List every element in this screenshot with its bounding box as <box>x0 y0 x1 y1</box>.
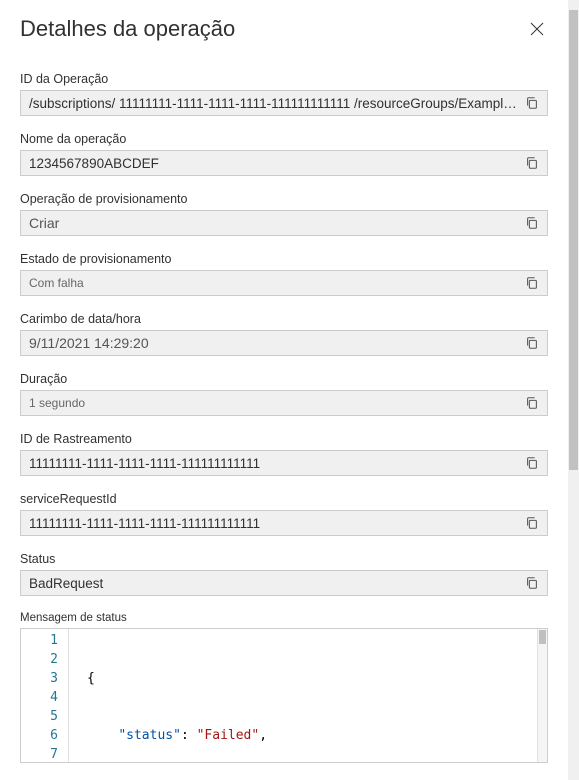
field-label: ID da Operação <box>20 72 548 86</box>
field-status: Status BadRequest <box>20 552 548 596</box>
field-label: Carimbo de data/hora <box>20 312 548 326</box>
copy-icon <box>525 156 539 170</box>
panel-title: Detalhes da operação <box>20 16 235 42</box>
field-label: Status <box>20 552 548 566</box>
code-content: { "status": "Failed", "error": { "code":… <box>69 629 537 762</box>
field-value-box: 11111111-1111-1111-1111-111111111111 <box>20 450 548 476</box>
line-number: 1 <box>21 631 58 650</box>
line-number: 7 <box>21 745 58 763</box>
copy-button[interactable] <box>523 514 541 532</box>
field-value-box: /subscriptions/ 11111111-1111-1111-1111-… <box>20 90 548 116</box>
code-gutter: 1 2 3 4 5 6 7 <box>21 629 69 762</box>
field-provisioning-operation: Operação de provisionamento Criar <box>20 192 548 236</box>
field-value: Criar <box>29 215 517 231</box>
field-value: /subscriptions/ 11111111-1111-1111-1111-… <box>29 96 517 111</box>
field-value: 9/11/2021 14:29:20 <box>29 335 517 351</box>
copy-button[interactable] <box>523 454 541 472</box>
field-label: Mensagem de status <box>20 612 548 624</box>
field-label: serviceRequestId <box>20 492 548 506</box>
close-icon <box>529 21 545 37</box>
field-label: Estado de provisionamento <box>20 252 548 266</box>
copy-button[interactable] <box>523 574 541 592</box>
field-label: ID de Rastreamento <box>20 432 548 446</box>
line-number: 4 <box>21 688 58 707</box>
close-button[interactable] <box>526 18 548 40</box>
status-message-code[interactable]: 1 2 3 4 5 6 7 { "status": "Failed", "err… <box>20 628 548 763</box>
line-number: 2 <box>21 650 58 669</box>
field-value: Com falha <box>29 276 517 290</box>
copy-icon <box>525 96 539 110</box>
field-timestamp: Carimbo de data/hora 9/11/2021 14:29:20 <box>20 312 548 356</box>
copy-icon <box>525 576 539 590</box>
field-operation-id: ID da Operação /subscriptions/ 11111111-… <box>20 72 548 116</box>
field-service-request-id: serviceRequestId 11111111-1111-1111-1111… <box>20 492 548 536</box>
copy-button[interactable] <box>523 394 541 412</box>
field-label: Duração <box>20 372 548 386</box>
copy-button[interactable] <box>523 154 541 172</box>
copy-icon <box>525 276 539 290</box>
field-value-box: 1234567890ABCDEF <box>20 150 548 176</box>
copy-icon <box>525 396 539 410</box>
field-value-box: 1 segundo <box>20 390 548 416</box>
line-number: 6 <box>21 726 58 745</box>
field-value: 11111111-1111-1111-1111-111111111111 <box>29 456 517 471</box>
copy-button[interactable] <box>523 274 541 292</box>
field-operation-name: Nome da operação 1234567890ABCDEF <box>20 132 548 176</box>
code-scrollbar-thumb[interactable] <box>539 630 546 644</box>
copy-icon <box>525 516 539 530</box>
copy-icon <box>525 216 539 230</box>
field-value-box: BadRequest <box>20 570 548 596</box>
panel-scrollbar-thumb[interactable] <box>569 10 578 470</box>
code-scrollbar[interactable] <box>537 629 547 762</box>
copy-icon <box>525 456 539 470</box>
field-value: 1234567890ABCDEF <box>29 156 517 171</box>
field-value-box: Criar <box>20 210 548 236</box>
field-status-message: Mensagem de status 1 2 3 4 5 6 7 { "stat… <box>20 612 548 763</box>
operation-details-panel: Detalhes da operação ID da Operação /sub… <box>0 0 568 780</box>
field-label: Operação de provisionamento <box>20 192 548 206</box>
field-value-box: Com falha <box>20 270 548 296</box>
field-value-box: 11111111-1111-1111-1111-111111111111 <box>20 510 548 536</box>
field-value: 11111111-1111-1111-1111-111111111111 <box>29 516 517 531</box>
panel-scrollbar[interactable] <box>568 0 579 780</box>
field-value: BadRequest <box>29 576 517 591</box>
field-value: 1 segundo <box>29 396 517 410</box>
copy-button[interactable] <box>523 94 541 112</box>
field-provisioning-state: Estado de provisionamento Com falha <box>20 252 548 296</box>
field-duration: Duração 1 segundo <box>20 372 548 416</box>
field-label: Nome da operação <box>20 132 548 146</box>
copy-button[interactable] <box>523 214 541 232</box>
field-tracking-id: ID de Rastreamento 11111111-1111-1111-11… <box>20 432 548 476</box>
line-number: 3 <box>21 669 58 688</box>
field-value-box: 9/11/2021 14:29:20 <box>20 330 548 356</box>
copy-button[interactable] <box>523 334 541 352</box>
panel-header: Detalhes da operação <box>20 16 548 42</box>
line-number: 5 <box>21 707 58 726</box>
copy-icon <box>525 336 539 350</box>
